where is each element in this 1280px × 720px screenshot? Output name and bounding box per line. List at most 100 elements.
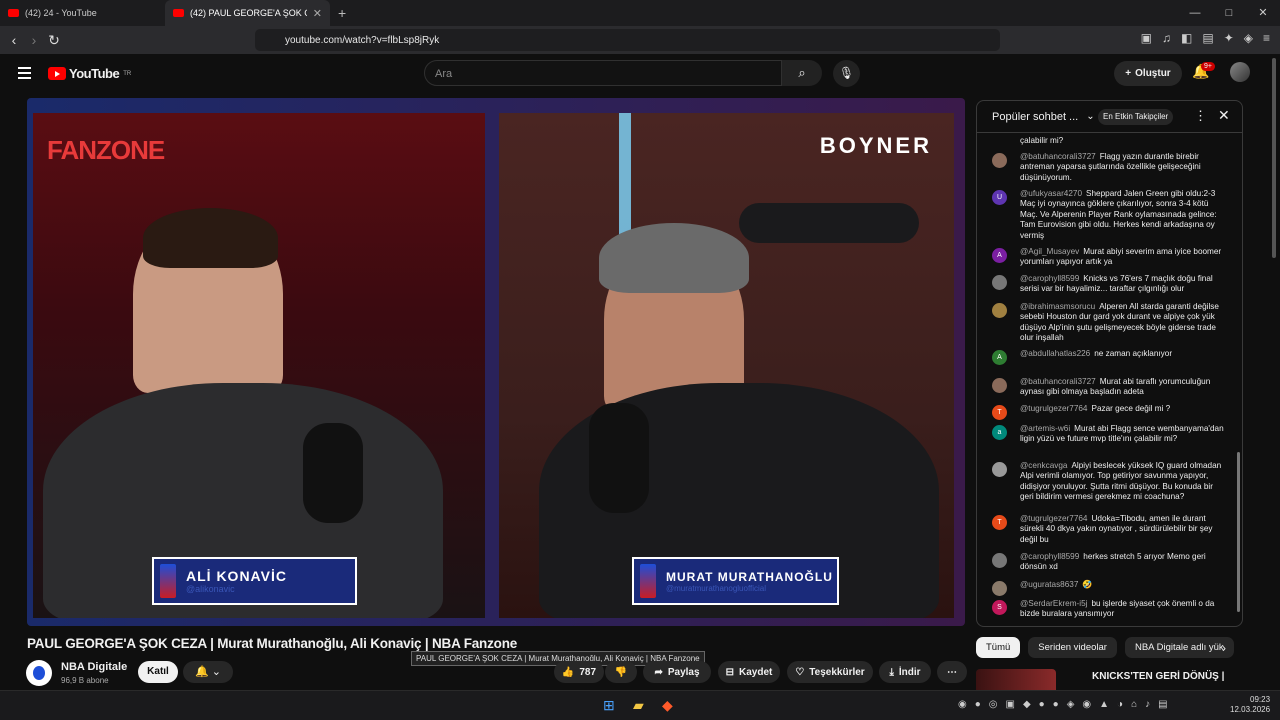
video-player[interactable]: FANZONE BOYNER ALİ KONAVİC @alikonavic M…: [27, 98, 965, 626]
save-button[interactable]: ⊟ Kaydet: [718, 661, 780, 683]
close-icon[interactable]: ✕: [1218, 107, 1230, 124]
system-clock[interactable]: 09:23 12.03.2026: [1230, 695, 1270, 715]
chat-avatar[interactable]: [992, 153, 1007, 168]
channel-avatar[interactable]: [26, 660, 52, 686]
close-window-button[interactable]: ✕: [1246, 0, 1280, 26]
chat-avatar[interactable]: T: [992, 405, 1007, 420]
dislike-button[interactable]: 👎: [605, 661, 637, 683]
save-label: Kaydet: [739, 666, 773, 678]
file-explorer-icon[interactable]: ▰: [633, 697, 644, 714]
chat-author[interactable]: @artemis-w6i: [1020, 424, 1070, 433]
page-scrollbar[interactable]: [1272, 58, 1276, 258]
chat-avatar[interactable]: A: [992, 248, 1007, 263]
chat-avatar[interactable]: S: [992, 600, 1007, 615]
url-text: youtube.com/watch?v=flbLsp8jRyk: [285, 34, 440, 46]
chat-author[interactable]: @batuhancorali3727: [1020, 377, 1096, 386]
chat-avatar[interactable]: U: [992, 190, 1007, 205]
create-button[interactable]: + Oluştur: [1114, 61, 1182, 86]
chevron-right-icon[interactable]: ›: [1222, 641, 1226, 655]
chat-author[interactable]: @ufukyasar4270: [1020, 189, 1082, 198]
chat-scrollbar[interactable]: [1237, 452, 1240, 612]
chat-message-body: @artemis-w6i Murat abi Flagg sence wemban…: [1020, 424, 1228, 445]
logo-text: YouTube: [69, 66, 120, 81]
chat-avatar[interactable]: [992, 378, 1007, 393]
screenshot-icon[interactable]: ▣: [1141, 31, 1152, 45]
share-button[interactable]: ➦ Paylaş: [643, 661, 711, 683]
new-tab-button[interactable]: +: [338, 5, 346, 21]
chat-message: U @ufukyasar4270 Sheppard Jalen Green gibi…: [992, 189, 1228, 241]
nameplate-handle: @muratmurathanogluofficial: [666, 583, 767, 593]
chat-avatar[interactable]: [992, 462, 1007, 477]
minimize-button[interactable]: —: [1178, 0, 1212, 26]
chat-message-body: @batuhancorali3727 Murat abi taraflı yoru…: [1020, 377, 1228, 398]
windows-taskbar: ⊞ ▰ ◆ ◉●◎▣◆●●◈◉▲◑⌂♪▤ 09:23 12.03.2026: [0, 690, 1280, 720]
chat-author[interactable]: @tugrulgezer7764: [1020, 514, 1088, 523]
chat-author[interactable]: @SerdarEkrem-i5j: [1020, 599, 1087, 608]
chat-author[interactable]: @carophyll8599: [1020, 274, 1079, 283]
chat-header: Popüler sohbet ... ⌄ En Etkin Takipçiler…: [977, 101, 1242, 133]
chat-author[interactable]: @ibrahimasmsorucu: [1020, 302, 1095, 311]
thumbs-up-icon: 👍: [561, 666, 575, 678]
voice-search-button[interactable]: 🎙: [833, 60, 860, 87]
chat-mode-select[interactable]: Popüler sohbet ...: [992, 111, 1078, 123]
chat-avatar[interactable]: [992, 581, 1007, 596]
chat-author[interactable]: @carophyll8599: [1020, 552, 1079, 561]
system-tray-icons[interactable]: ◉●◎▣◆●●◈◉▲◑⌂♪▤: [958, 699, 1176, 710]
address-bar: ‹ › ↻ ☐ youtube.com/watch?v=flbLsp8jRyk …: [0, 26, 1280, 54]
chat-author[interactable]: @uguratas8637: [1020, 580, 1078, 589]
chat-avatar[interactable]: [992, 553, 1007, 568]
download-button[interactable]: ⤓ İndir: [879, 661, 931, 683]
hamburger-menu-icon[interactable]: [18, 67, 31, 82]
chat-message-body: @batuhancorali3727 Flagg yazın durantle b…: [1020, 152, 1228, 183]
chat-author[interactable]: @batuhancorali3727: [1020, 152, 1096, 161]
close-tab-icon[interactable]: ✕: [313, 7, 322, 20]
back-icon[interactable]: ‹: [4, 32, 24, 48]
chip-series[interactable]: Seriden videolar: [1028, 637, 1117, 658]
browser-tab[interactable]: (42) 24 - YouTube: [0, 0, 165, 26]
chevron-down-icon[interactable]: ⌄: [1086, 111, 1094, 122]
chat-author[interactable]: @tugrulgezer7764: [1020, 404, 1088, 413]
browser-tab-active[interactable]: (42) PAUL GEORGE'A ŞOK CEZA | Murat Mura…: [165, 0, 330, 26]
reload-icon[interactable]: ↻: [44, 32, 64, 49]
channel-name[interactable]: NBA Digitale: [61, 661, 127, 673]
chat-avatar[interactable]: a: [992, 425, 1007, 440]
subscription-bell-button[interactable]: 🔔 ⌄: [183, 661, 233, 683]
chat-avatar[interactable]: [992, 303, 1007, 318]
chat-avatar[interactable]: T: [992, 515, 1007, 530]
more-icon[interactable]: ⋮: [1194, 108, 1207, 124]
search-placeholder: Ara: [435, 68, 453, 80]
join-button[interactable]: Katıl: [138, 661, 178, 683]
forward-icon[interactable]: ›: [24, 32, 44, 48]
sidebar-icon[interactable]: ◧: [1181, 31, 1192, 45]
ai-icon[interactable]: ✦: [1224, 31, 1234, 45]
menu-icon[interactable]: ≡: [1263, 31, 1270, 45]
chat-author[interactable]: @cenkcavga: [1020, 461, 1067, 470]
chat-avatar[interactable]: [992, 275, 1007, 290]
url-field[interactable]: youtube.com/watch?v=flbLsp8jRyk: [255, 29, 1000, 51]
like-button[interactable]: 👍 787: [554, 661, 604, 683]
search-button[interactable]: ⌕: [782, 60, 822, 86]
music-icon[interactable]: ♫: [1162, 31, 1171, 45]
brave-browser-icon[interactable]: ◆: [662, 697, 673, 714]
wallet-icon[interactable]: ▤: [1202, 31, 1213, 45]
chat-message-body: @SerdarEkrem-i5j bu işlerde siyaset çok ö…: [1020, 599, 1228, 620]
nba-logo-icon: [160, 564, 176, 598]
nba-logo-icon: [640, 564, 656, 598]
recommendation-title[interactable]: KNICKS'TEN GERİ DÖNÜŞ |: [1092, 671, 1224, 682]
avatar[interactable]: [1230, 62, 1250, 82]
more-actions-button[interactable]: ⋯: [937, 661, 967, 683]
chip-channel[interactable]: NBA Digitale adlı yük: [1124, 637, 1234, 658]
chat-message-body: @tugrulgezer7764 Pazar gece değil mi ?: [1020, 404, 1228, 414]
chat-author[interactable]: @abdullahatlas226: [1020, 349, 1090, 358]
maximize-button[interactable]: □: [1212, 0, 1246, 26]
tab-title: (42) 24 - YouTube: [25, 8, 97, 18]
shield-icon[interactable]: ◈: [1244, 31, 1253, 45]
chat-author[interactable]: @Agil_Musayev: [1020, 247, 1079, 256]
search-input[interactable]: Ara: [424, 60, 782, 86]
top-fans-chip[interactable]: En Etkin Takipçiler: [1098, 109, 1174, 125]
chip-all[interactable]: Tümü: [976, 637, 1021, 658]
windows-start-icon[interactable]: ⊞: [603, 697, 615, 714]
thanks-button[interactable]: ♡ Teşekkürler: [787, 661, 873, 683]
youtube-logo[interactable]: YouTube TR: [48, 66, 131, 81]
chat-avatar[interactable]: A: [992, 350, 1007, 365]
